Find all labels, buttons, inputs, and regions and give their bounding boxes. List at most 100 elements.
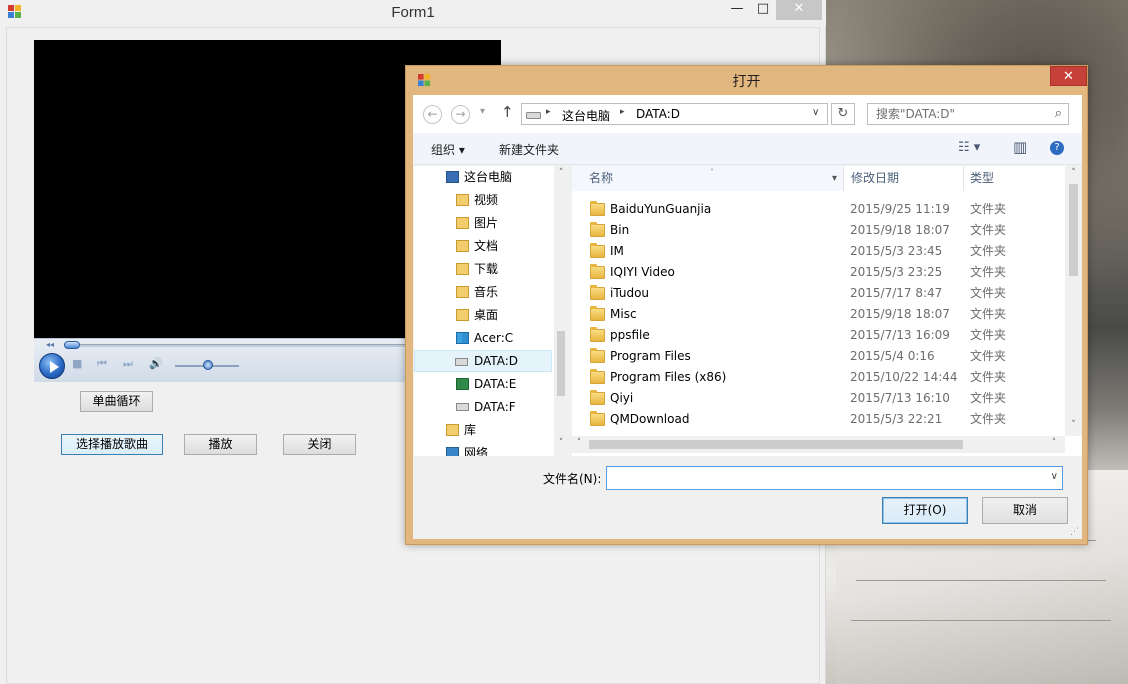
address-bar[interactable]: ▸ 这台电脑 ▸ DATA:D ∨ <box>521 103 828 125</box>
folder-icon <box>590 327 605 342</box>
stop-icon[interactable]: ■ <box>72 358 82 370</box>
close-button[interactable]: 关闭 <box>283 434 356 455</box>
tree-item-acer-c[interactable]: Acer:C <box>414 327 552 349</box>
scroll-up-icon[interactable]: ˄ <box>554 168 568 178</box>
resize-grip-icon[interactable]: ⋰ <box>1070 527 1079 537</box>
tree-scroll-thumb[interactable] <box>557 331 565 396</box>
tree-item-music[interactable]: 音乐 <box>414 281 552 303</box>
forward-icon[interactable]: → <box>451 105 470 124</box>
close-window-button[interactable]: ✕ <box>776 0 822 20</box>
tree-item-pictures[interactable]: 图片 <box>414 212 552 234</box>
column-menu-icon[interactable]: ▾ <box>832 166 837 191</box>
organize-menu[interactable]: 组织 ▾ <box>431 141 465 158</box>
navigation-tree: 这台电脑 视频 图片 文档 下载 音乐 桌面 Acer:C DATA:D DAT… <box>414 166 568 456</box>
filename-dropdown-icon[interactable]: ∨ <box>1051 471 1058 482</box>
tree-item-desktop[interactable]: 桌面 <box>414 304 552 326</box>
open-button[interactable]: 打开(O) <box>882 497 968 524</box>
dialog-titlebar[interactable]: 打开 ✕ <box>406 66 1087 94</box>
cancel-button[interactable]: 取消 <box>982 497 1068 524</box>
help-icon[interactable]: ? <box>1050 141 1064 155</box>
computer-icon <box>446 171 459 183</box>
select-song-button[interactable]: 选择播放歌曲 <box>61 434 163 455</box>
view-options-icon[interactable]: ☷ ▾ <box>958 140 980 155</box>
seek-track[interactable] <box>64 344 414 347</box>
new-folder-button[interactable]: 新建文件夹 <box>499 141 559 158</box>
tree-item-libraries[interactable]: 库 <box>414 419 552 441</box>
list-item[interactable]: Qiyi 2015/7/13 16:10 文件夹 <box>572 388 1064 409</box>
pictures-folder-icon <box>456 217 469 229</box>
list-item[interactable]: IM 2015/5/3 23:45 文件夹 <box>572 241 1064 262</box>
back-icon[interactable]: ← <box>423 105 442 124</box>
next-track-icon[interactable]: ⏭ <box>123 358 133 370</box>
tree-item-videos[interactable]: 视频 <box>414 189 552 211</box>
tree-item-downloads[interactable]: 下载 <box>414 258 552 280</box>
network-icon <box>446 447 459 456</box>
scroll-right-icon[interactable]: ˃ <box>1047 438 1061 448</box>
video-folder-icon <box>456 194 469 206</box>
volume-thumb[interactable] <box>203 360 213 370</box>
file-list-hscroll-thumb[interactable] <box>589 440 963 449</box>
single-loop-button[interactable]: 单曲循环 <box>80 391 153 412</box>
windows-drive-icon <box>456 332 469 344</box>
breadcrumb-separator-icon: ▸ <box>620 107 625 117</box>
seek-thumb[interactable] <box>64 341 80 349</box>
column-header-date[interactable]: 修改日期 <box>844 166 964 191</box>
tree-item-network[interactable]: 网络 <box>414 442 552 456</box>
list-item[interactable]: iTudou 2015/7/17 8:47 文件夹 <box>572 283 1064 304</box>
file-list-vertical-scrollbar[interactable]: ˄ ˅ <box>1065 166 1082 436</box>
tree-item-data-e[interactable]: DATA:E <box>414 373 552 395</box>
scroll-left-icon[interactable]: ˂ <box>572 438 586 448</box>
previous-track-icon[interactable]: ⏮ <box>97 358 107 370</box>
list-item[interactable]: Program Files (x86) 2015/10/22 14:44 文件夹 <box>572 367 1064 388</box>
folder-icon <box>590 390 605 405</box>
seek-back-icon[interactable]: ◂◂ <box>46 340 54 349</box>
column-header-type[interactable]: 类型 <box>964 166 1064 191</box>
search-icon[interactable]: ⌕ <box>1055 104 1062 124</box>
scroll-down-icon[interactable]: ˅ <box>1065 420 1082 430</box>
maximize-button[interactable]: □ <box>750 0 776 20</box>
list-item[interactable]: Misc 2015/9/18 18:07 文件夹 <box>572 304 1064 325</box>
column-header-name[interactable]: ˄ 名称 ▾ <box>572 166 844 191</box>
address-dropdown-icon[interactable]: ∨ <box>812 107 819 118</box>
wallpaper-page-line <box>851 620 1111 621</box>
downloads-folder-icon <box>456 263 469 275</box>
breadcrumb-this-pc[interactable]: 这台电脑 <box>562 107 610 124</box>
form1-titlebar[interactable]: Form1 — □ ✕ <box>0 0 826 26</box>
tree-item-documents[interactable]: 文档 <box>414 235 552 257</box>
media-player-controls: ◂◂ ■ ⏮ ⏭ 🔊 <box>34 338 414 382</box>
filename-input[interactable]: ∨ <box>606 466 1063 490</box>
list-item[interactable]: BaiduYunGuanjia 2015/9/25 11:19 文件夹 <box>572 199 1064 220</box>
filename-label: 文件名(N): <box>543 472 602 486</box>
tree-vertical-scrollbar[interactable]: ˄ ˅ <box>554 166 568 456</box>
breadcrumb-separator-icon: ▸ <box>546 107 551 117</box>
list-item[interactable]: ppsfile 2015/7/13 16:09 文件夹 <box>572 325 1064 346</box>
list-item[interactable]: Bin 2015/9/18 18:07 文件夹 <box>572 220 1064 241</box>
list-item[interactable]: QMDownload 2015/5/3 22:21 文件夹 <box>572 409 1064 430</box>
recent-locations-icon[interactable]: ▾ <box>480 106 485 117</box>
drive-icon <box>455 358 468 366</box>
folder-icon <box>590 222 605 237</box>
list-item[interactable]: IQIYI Video 2015/5/3 23:25 文件夹 <box>572 262 1064 283</box>
tree-item-this-pc[interactable]: 这台电脑 <box>414 166 552 188</box>
up-icon[interactable]: ↑ <box>501 103 514 121</box>
tree-item-data-f[interactable]: DATA:F <box>414 396 552 418</box>
search-input[interactable]: 搜索"DATA:D" ⌕ <box>867 103 1069 125</box>
refresh-icon[interactable]: ↻ <box>831 103 855 125</box>
scroll-down-icon[interactable]: ˅ <box>554 438 568 448</box>
drive-icon <box>456 403 469 411</box>
dialog-close-button[interactable]: ✕ <box>1050 66 1087 86</box>
command-bar: 组织 ▾ 新建文件夹 ☷ ▾ ▥ ? <box>413 133 1082 165</box>
preview-pane-icon[interactable]: ▥ <box>1013 138 1027 156</box>
play-icon[interactable] <box>39 353 65 379</box>
play-button[interactable]: 播放 <box>184 434 257 455</box>
breadcrumb-data-d[interactable]: DATA:D <box>636 107 680 121</box>
tree-item-data-d[interactable]: DATA:D <box>414 350 552 372</box>
file-list-horizontal-scrollbar[interactable]: ˂ ˃ <box>572 436 1065 453</box>
music-folder-icon <box>456 286 469 298</box>
minimize-button[interactable]: — <box>724 0 750 20</box>
file-list-vscroll-thumb[interactable] <box>1069 184 1078 276</box>
list-item[interactable]: Program Files 2015/5/4 0:16 文件夹 <box>572 346 1064 367</box>
volume-icon[interactable]: 🔊 <box>149 358 163 370</box>
desktop-folder-icon <box>456 309 469 321</box>
scroll-up-icon[interactable]: ˄ <box>1065 168 1082 178</box>
